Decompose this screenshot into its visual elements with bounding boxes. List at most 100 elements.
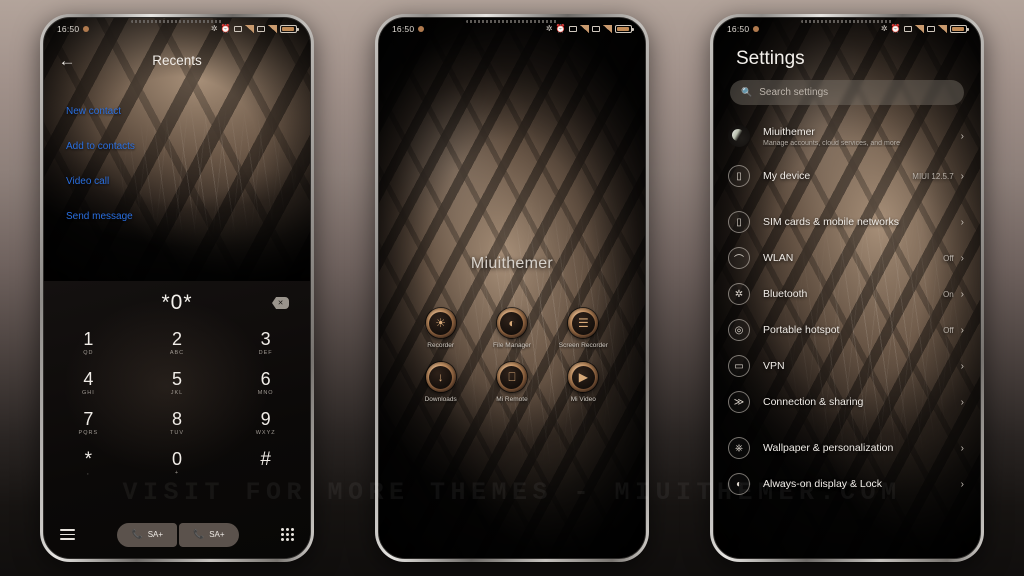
key-letters: + (174, 470, 180, 476)
chevron-right-icon: › (960, 396, 964, 408)
key-4[interactable]: 4 GHI (44, 369, 133, 396)
link-new-contact[interactable]: New contact (66, 106, 135, 117)
link-add-to-contacts[interactable]: Add to contacts (66, 141, 135, 152)
status-bar-right: ✲ ⏰ (210, 24, 299, 33)
key-hash[interactable]: # (221, 449, 310, 476)
key-digit: 9 (260, 409, 271, 429)
bluetooth-icon: ✲ (728, 283, 750, 305)
status-bar-right: ✲ ⏰ (546, 24, 634, 33)
app-screen-recorder[interactable]: ☰ Screen Recorder (548, 308, 619, 350)
settings-row-wallpaper[interactable]: ⎈ Wallpaper & personalization › (714, 430, 980, 466)
search-placeholder: Search settings (759, 87, 829, 98)
key-1[interactable]: 1 QD (44, 329, 133, 356)
mi-video-glyph: ▶ (578, 370, 588, 384)
phone-3-screen: 16:50 ✲ ⏰ Settings 🔍 Search settings Miu… (714, 18, 980, 558)
row-label: WLAN (763, 251, 794, 264)
key-8[interactable]: 8 TUV (133, 409, 222, 436)
key-5[interactable]: 5 JKL (133, 369, 222, 396)
key-digit: 2 (171, 329, 182, 349)
settings-row-vpn[interactable]: ▭ VPN › (714, 348, 980, 384)
call-sim2-button[interactable]: 📞 SA+ (178, 522, 239, 547)
key-0[interactable]: 0 + (133, 449, 222, 476)
keypad-icon[interactable] (281, 528, 294, 541)
app-recorder[interactable]: ☀ Recorder (405, 308, 476, 350)
phone-device-2: 16:50 ✲ ⏰ Miuithemer ☀ Recorder ◐ File M… (375, 14, 649, 562)
alarm-icon: ⏰ (890, 24, 901, 33)
alarm-icon: ⏰ (555, 24, 566, 33)
hotspot-icon: ◎ (728, 319, 750, 341)
mi-video-icon: ▶ (568, 362, 599, 392)
settings-row-wlan[interactable]: ⌒ WLAN Off › (714, 240, 980, 276)
status-bar-left: 16:50 (392, 24, 425, 34)
signal1-icon (245, 25, 254, 33)
downloads-icon: ↓ (425, 362, 456, 392)
phone-device-1: 16:50 ✲ ⏰ ← Recents New contact Add to c… (40, 14, 314, 562)
signal2-icon (268, 25, 277, 33)
aod-icon: ◐ (728, 473, 750, 495)
earpiece-speaker-icon (131, 20, 223, 23)
row-text: My device (763, 170, 912, 183)
settings-row-portable-hotspot[interactable]: ◎ Portable hotspot Off › (714, 312, 980, 348)
account-subtitle: Manage accounts, cloud services, and mor… (763, 139, 900, 147)
app-file-manager[interactable]: ◐ File Manager (476, 308, 547, 350)
home-screen-title: Miuithemer (470, 255, 554, 272)
bluetooth-icon: ✲ (210, 24, 218, 33)
key-letters: WXYZ (255, 430, 276, 436)
row-value: Off (943, 253, 954, 263)
chevron-right-icon: › (960, 360, 964, 372)
signal1-icon (915, 25, 924, 33)
app-downloads[interactable]: ↓ Downloads (405, 362, 476, 404)
list-divider (714, 194, 980, 204)
status-time: 16:50 (727, 24, 750, 34)
key-7[interactable]: 7 PQRS (44, 409, 133, 436)
key-2[interactable]: 2 ABC (133, 329, 222, 356)
app-label: Downloads (424, 396, 457, 403)
screen-recorder-glyph: ☰ (577, 316, 589, 330)
avatar (728, 125, 750, 147)
phone-1-screen: 16:50 ✲ ⏰ ← Recents New contact Add to c… (44, 18, 310, 558)
link-video-call[interactable]: Video call (66, 176, 135, 187)
app-mi-video[interactable]: ▶ Mi Video (548, 362, 619, 404)
menu-icon[interactable] (60, 529, 75, 540)
settings-row-always-on-display[interactable]: ◐ Always-on display & Lock › (714, 466, 980, 502)
settings-row-connection-sharing[interactable]: ≫ Connection & sharing › (714, 384, 980, 420)
page-title: Settings (736, 48, 805, 69)
row-label: Connection & sharing (763, 395, 864, 408)
app-mi-remote[interactable]: ⎕ Mi Remote (476, 362, 547, 404)
sim2-icon (927, 26, 935, 32)
sharing-icon: ≫ (728, 391, 750, 413)
status-bar-left: 16:50 (727, 24, 760, 34)
sim2-icon (592, 26, 600, 32)
earpiece-speaker-icon (466, 20, 558, 23)
call-sim1-button[interactable]: 📞 SA+ (117, 522, 178, 547)
settings-row-sim-cards[interactable]: ▯ SIM cards & mobile networks › (714, 204, 980, 240)
settings-row-my-device[interactable]: ▯ My device MIUI 12.5.7 › (714, 158, 980, 194)
back-button[interactable]: ← (44, 52, 90, 69)
chevron-right-icon: › (960, 288, 964, 300)
row-label: Bluetooth (763, 287, 808, 300)
list-divider (714, 420, 980, 430)
key-digit: 5 (171, 369, 182, 389)
key-star[interactable]: *, (44, 449, 133, 476)
signal2-icon (603, 25, 612, 33)
key-letters: TUV (169, 430, 184, 436)
search-input[interactable]: 🔍 Search settings (730, 80, 964, 105)
app-label: File Manager (493, 342, 531, 349)
key-9[interactable]: 9 WXYZ (221, 409, 310, 436)
earpiece-speaker-icon (801, 20, 893, 23)
row-text: Always-on display & Lock (763, 478, 954, 491)
settings-row-account[interactable]: Miuithemer Manage accounts, cloud servic… (714, 114, 980, 158)
app-grid: ☀ Recorder ◐ File Manager ☰ Screen Recor… (405, 308, 619, 404)
key-3[interactable]: 3 DEF (221, 329, 310, 356)
account-name: Miuithemer (763, 125, 815, 138)
key-6[interactable]: 6 MNO (221, 369, 310, 396)
notification-dot-icon (753, 26, 760, 32)
key-letters: ABC (169, 350, 185, 356)
sim1-icon (569, 26, 577, 32)
chevron-right-icon: › (960, 478, 964, 490)
link-send-message[interactable]: Send message (66, 211, 135, 222)
row-text: Bluetooth (763, 288, 943, 301)
key-digit: 7 (83, 409, 94, 429)
row-value: MIUI 12.5.7 (912, 171, 954, 181)
settings-row-bluetooth[interactable]: ✲ Bluetooth On › (714, 276, 980, 312)
